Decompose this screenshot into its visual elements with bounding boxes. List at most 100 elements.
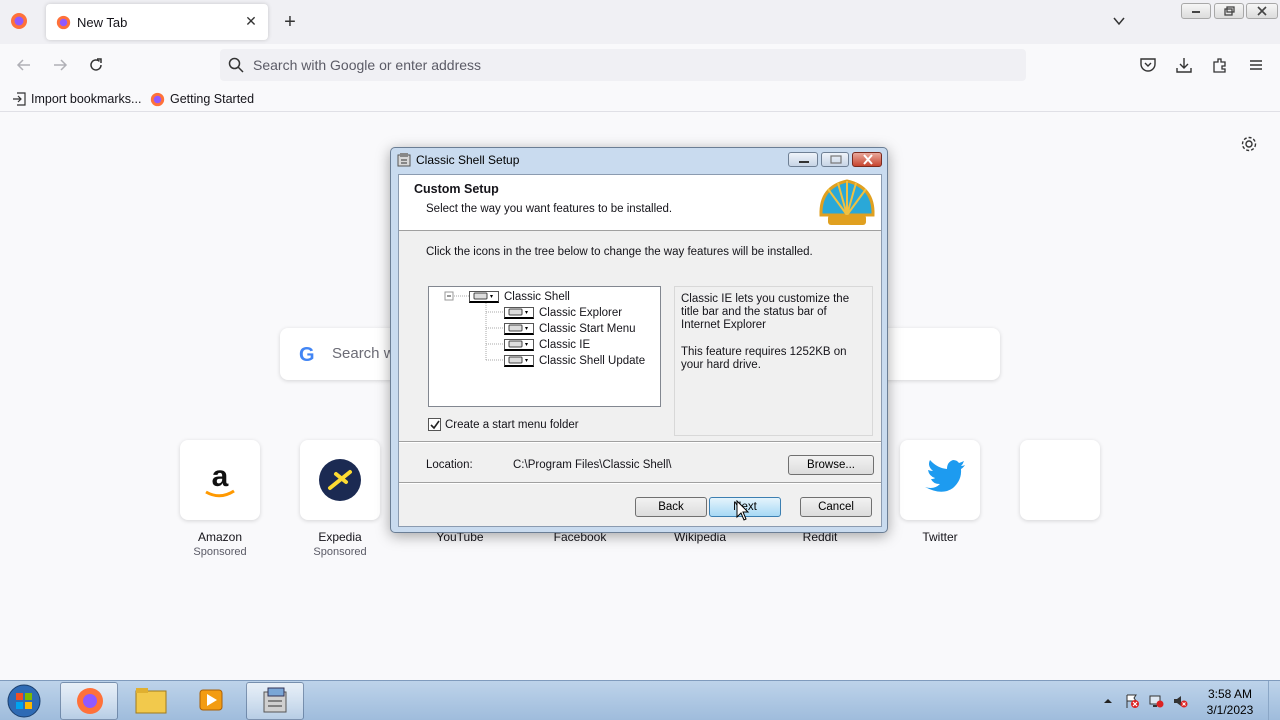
tile-amazon[interactable]: a <box>180 440 260 520</box>
taskbar-explorer[interactable] <box>122 682 180 720</box>
reload-icon[interactable] <box>87 56 105 74</box>
dialog-minimize-button[interactable] <box>788 152 818 167</box>
twitter-bird-icon <box>925 460 965 492</box>
dialog-titlebar[interactable]: Classic Shell Setup <box>391 148 887 172</box>
menu-icon[interactable] <box>1247 56 1265 74</box>
close-tab-icon[interactable]: ✕ <box>243 13 259 29</box>
checkmark-icon <box>429 420 440 429</box>
tree-item-label: Classic IE <box>539 339 591 351</box>
firefox-view-icon[interactable] <box>10 12 30 32</box>
show-hidden-icons-icon[interactable] <box>1100 693 1116 709</box>
divider <box>399 482 881 484</box>
back-arrow-icon[interactable] <box>15 56 33 74</box>
firefox-icon <box>150 92 165 106</box>
restore-button[interactable] <box>1214 3 1244 19</box>
bookmark-getting-started[interactable]: Getting Started <box>150 90 254 108</box>
browse-button[interactable]: Browse... <box>788 455 874 475</box>
checkbox-label: Create a start menu folder <box>445 418 579 431</box>
windows-logo-icon <box>7 684 41 718</box>
search-placeholder: Search w <box>332 345 395 362</box>
tree-item-label: Classic Shell Update <box>539 355 646 367</box>
location-label: Location: <box>426 459 473 471</box>
tile-label: Amazon <box>197 530 243 544</box>
firefox-icon <box>77 688 103 714</box>
bookmark-import[interactable]: Import bookmarks... <box>12 90 141 108</box>
taskbar: 3:58 AM 3/1/2023 <box>0 680 1280 720</box>
custom-setup-subheading: Select the way you want features to be i… <box>426 203 673 215</box>
expedia-logo-icon <box>319 459 361 501</box>
clock-time: 3:58 AM <box>1207 687 1253 701</box>
google-logo-icon: G <box>299 344 315 366</box>
amazon-logo-icon: a <box>205 460 235 498</box>
feature-size-text: This feature requires 1252KB on your har… <box>681 346 847 371</box>
custom-setup-heading: Custom Setup <box>414 182 499 196</box>
installer-icon <box>396 152 412 168</box>
extensions-icon[interactable] <box>1211 56 1229 74</box>
tree-item-classic-shell-update[interactable]: Classic Shell Update <box>504 354 645 368</box>
address-bar[interactable]: Search with Google or enter address <box>220 49 1026 81</box>
tree-item-classic-start-menu[interactable]: Classic Start Menu <box>504 322 636 336</box>
minimize-button[interactable] <box>1181 3 1211 19</box>
feature-description: Classic IE lets you customize the title … <box>674 286 873 436</box>
clock-date: 3/1/2023 <box>1206 703 1254 717</box>
installer-icon <box>263 687 287 713</box>
address-placeholder: Search with Google or enter address <box>253 57 482 73</box>
downloads-icon[interactable] <box>1175 56 1193 74</box>
cancel-button[interactable]: Cancel <box>800 497 872 517</box>
new-tab-button[interactable]: + <box>280 12 300 32</box>
list-all-tabs-icon[interactable] <box>1112 14 1128 30</box>
tab-new-tab[interactable]: New Tab ✕ <box>46 4 268 40</box>
classic-shell-logo-icon <box>816 175 878 229</box>
tree-item-classic-shell[interactable]: Classic Shell <box>469 290 570 304</box>
firefox-icon <box>56 15 71 30</box>
system-clock[interactable]: 3:58 AM 3/1/2023 <box>1190 686 1270 718</box>
drive-dropdown-icon[interactable] <box>504 323 534 335</box>
tile-twitter[interactable] <box>900 440 980 520</box>
media-player-icon <box>199 689 223 711</box>
drive-dropdown-icon[interactable] <box>504 355 534 367</box>
import-icon <box>13 92 26 106</box>
drive-dropdown-icon[interactable] <box>504 307 534 319</box>
tab-title: New Tab <box>77 15 128 30</box>
network-icon[interactable] <box>1148 693 1164 709</box>
start-menu-folder-checkbox-row[interactable]: Create a start menu folder <box>428 418 579 431</box>
close-window-button[interactable] <box>1246 3 1278 19</box>
drive-dropdown-icon[interactable] <box>469 291 499 303</box>
mouse-cursor-icon <box>736 500 750 521</box>
start-menu-folder-checkbox[interactable] <box>428 418 441 431</box>
action-center-icon[interactable] <box>1124 693 1140 709</box>
tree-item-label: Classic Shell <box>504 291 570 303</box>
tree-item-label: Classic Start Menu <box>539 323 636 335</box>
navigation-bar: Search with Google or enter address <box>0 44 1280 86</box>
tile-label: Expedia <box>318 530 362 544</box>
tile-sponsored: Sponsored <box>193 546 247 558</box>
tree-item-classic-ie[interactable]: Classic IE <box>504 338 590 352</box>
show-desktop-button[interactable] <box>1268 681 1280 720</box>
folder-icon <box>135 688 167 714</box>
taskbar-media-player[interactable] <box>182 682 240 720</box>
back-button[interactable]: Back <box>635 497 707 517</box>
tile-empty[interactable] <box>1020 440 1100 520</box>
taskbar-firefox[interactable] <box>60 682 118 720</box>
dialog-maximize-button[interactable] <box>821 152 849 167</box>
svg-text:a: a <box>212 460 229 493</box>
tree-item-classic-explorer[interactable]: Classic Explorer <box>504 306 622 320</box>
dialog-close-button[interactable] <box>852 152 882 167</box>
volume-muted-icon[interactable] <box>1172 693 1188 709</box>
divider <box>399 441 881 443</box>
tile-sponsored: Sponsored <box>313 546 367 558</box>
dialog-banner: Custom Setup Select the way you want fea… <box>399 175 881 231</box>
setup-dialog: Classic Shell Setup Custom Setup Select … <box>390 147 888 533</box>
start-button[interactable] <box>5 683 43 719</box>
forward-arrow-icon[interactable] <box>51 56 69 74</box>
tile-expedia[interactable] <box>300 440 380 520</box>
taskbar-classic-shell-setup[interactable] <box>246 682 304 720</box>
instruction-text: Click the icons in the tree below to cha… <box>426 246 813 258</box>
pocket-icon[interactable] <box>1139 56 1157 74</box>
bookmark-label: Import bookmarks... <box>31 92 142 106</box>
tile-label: Twitter <box>922 530 958 544</box>
feature-tree[interactable]: Classic Shell Classic Explorer Classic S… <box>428 286 661 407</box>
bookmark-label: Getting Started <box>170 92 255 106</box>
drive-dropdown-icon[interactable] <box>504 339 534 351</box>
settings-gear-icon[interactable] <box>1240 135 1258 153</box>
